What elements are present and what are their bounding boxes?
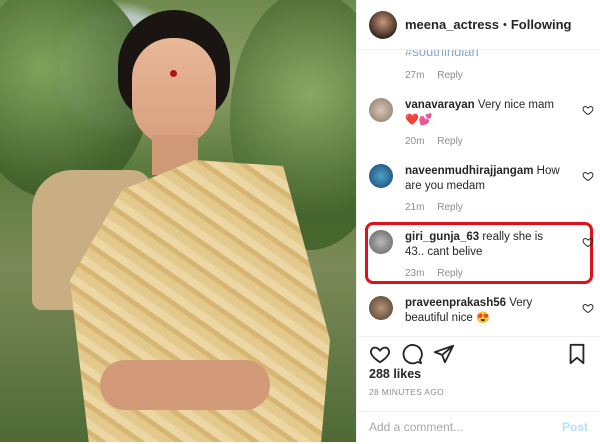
add-comment-bar: Add a comment... Post (357, 411, 600, 444)
comment-time: 21m (405, 202, 425, 213)
comment-item-highlighted: giri_gunja_63 really she is 43.. cant be… (369, 230, 594, 280)
partial-comment-meta: 27m Reply (405, 70, 473, 81)
commenter-username[interactable]: praveenprakash56 (405, 297, 506, 309)
comment-bubble-icon[interactable] (401, 343, 423, 365)
likes-count[interactable]: 288 likes (369, 367, 421, 381)
post-button[interactable]: Post (562, 420, 588, 434)
comment-time: 23m (405, 268, 425, 279)
reply-link[interactable]: Reply (437, 70, 463, 81)
like-heart-icon[interactable] (369, 343, 391, 365)
comment-item: naveenmudhirajjangam How are you medam 2… (369, 164, 594, 214)
comment-emoji: 😍 (475, 312, 490, 324)
post-sidebar: meena_actress • Following #southindian 2… (356, 0, 600, 442)
comment-item: vanavarayan Very nice mam ❤️💕 20m Reply (369, 98, 594, 148)
commenter-avatar[interactable] (369, 164, 393, 188)
commenter-avatar[interactable] (369, 98, 393, 122)
author-avatar[interactable] (369, 10, 397, 39)
like-comment-heart-icon[interactable] (582, 236, 594, 248)
post-header: meena_actress • Following (357, 0, 600, 50)
share-paper-plane-icon[interactable] (433, 343, 455, 365)
commenter-username[interactable]: vanavarayan (405, 99, 475, 111)
instagram-post: meena_actress • Following #southindian 2… (0, 0, 600, 442)
header-separator: • (502, 18, 507, 31)
reply-link[interactable]: Reply (437, 268, 463, 279)
author-username[interactable]: meena_actress (405, 17, 499, 32)
post-timestamp[interactable]: 28 MINUTES AGO (369, 387, 444, 397)
like-comment-heart-icon[interactable] (582, 302, 594, 314)
comments-list[interactable]: #southindian 27m Reply vanavarayan Very … (357, 50, 600, 335)
bookmark-icon[interactable] (567, 343, 587, 365)
like-comment-heart-icon[interactable] (582, 104, 594, 116)
commenter-avatar[interactable] (369, 296, 393, 320)
reply-link[interactable]: Reply (437, 136, 463, 147)
post-photo[interactable] (0, 0, 356, 442)
add-comment-input[interactable]: Add a comment... (369, 420, 463, 434)
post-actions: 288 likes 28 MINUTES AGO Add a comment..… (357, 336, 600, 443)
comment-item: praveenprakash56 Very beautiful nice 😍 (369, 296, 594, 335)
comment-emoji: ❤️💕 (405, 114, 433, 126)
following-button[interactable]: Following (511, 17, 572, 32)
commenter-avatar[interactable] (369, 230, 393, 254)
comment-time: 20m (405, 136, 425, 147)
commenter-username[interactable]: giri_gunja_63 (405, 231, 479, 243)
partial-caption-hashtag[interactable]: #southindian (405, 50, 479, 59)
comment-text: Very nice mam (477, 99, 554, 111)
comment-time: 27m (405, 70, 425, 81)
like-comment-heart-icon[interactable] (582, 170, 594, 182)
commenter-username[interactable]: naveenmudhirajjangam (405, 165, 533, 177)
reply-link[interactable]: Reply (437, 202, 463, 213)
